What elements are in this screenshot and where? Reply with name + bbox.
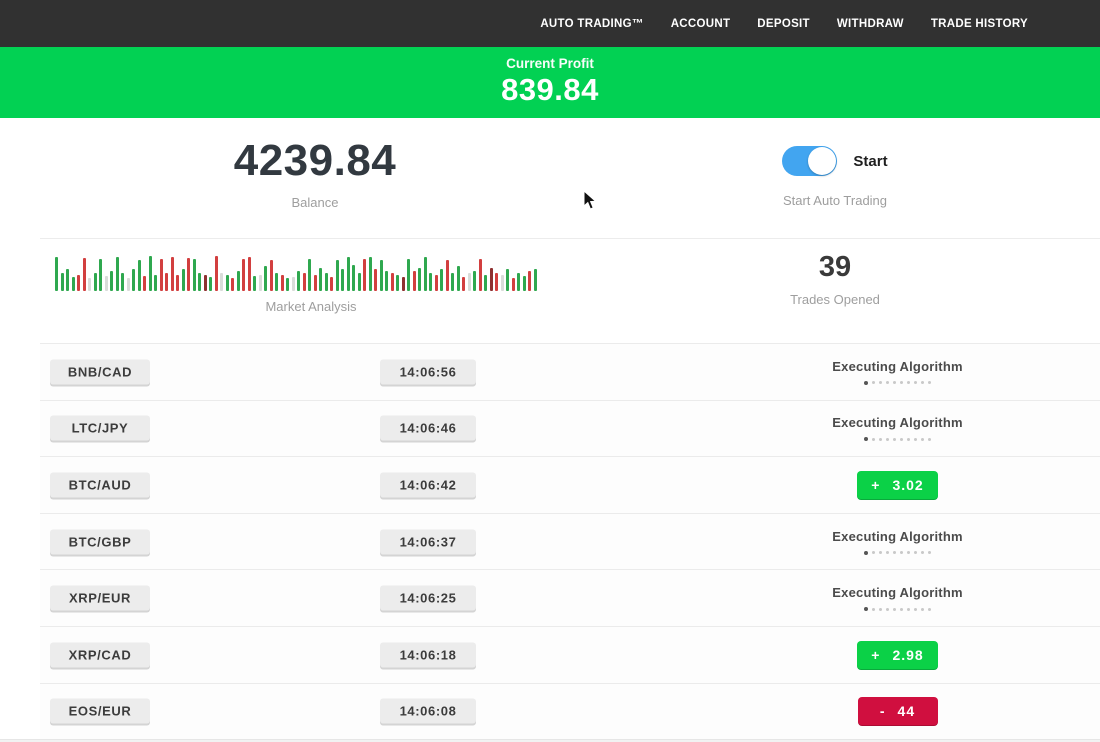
trade-row: XRP/EUR 14:06:25 Executing Algorithm: [40, 569, 1100, 626]
progress-dots: [864, 381, 931, 385]
auto-trading-toggle[interactable]: [782, 146, 837, 176]
profit-badge: +2.98: [857, 641, 937, 669]
toggle-knob: [808, 147, 836, 175]
pair-badge: LTC/JPY: [50, 416, 150, 441]
toggle-start-label: Start: [853, 153, 887, 170]
trade-row: XRP/CAD 14:06:18 +2.98: [40, 626, 1100, 683]
nav-item-deposit[interactable]: DEPOSIT: [757, 18, 810, 30]
trade-status: Executing Algorithm: [790, 344, 1005, 400]
progress-dots: [864, 607, 931, 611]
time-badge: 14:06:25: [380, 586, 476, 611]
profit-badge: +3.02: [857, 471, 937, 499]
trades-opened-block: 39 Trades Opened: [700, 251, 970, 307]
loss-badge: -44: [858, 697, 938, 725]
balance-label: Balance: [140, 195, 490, 210]
result-sign: +: [871, 477, 880, 493]
pair-badge: XRP/CAD: [50, 642, 150, 667]
current-profit-banner: Current Profit 839.84: [0, 47, 1100, 118]
executing-algorithm-label: Executing Algorithm: [832, 529, 962, 544]
time-badge: 14:06:37: [380, 529, 476, 554]
trade-row: EOS/EUR 14:06:08 -44: [40, 683, 1100, 740]
trade-row: BTC/AUD 14:06:42 +3.02: [40, 456, 1100, 513]
trade-status: +3.02: [790, 457, 1005, 513]
top-nav: AUTO TRADING™ ACCOUNT DEPOSIT WITHDRAW T…: [0, 0, 1100, 47]
market-analysis-block: Market Analysis: [55, 253, 567, 314]
trade-row: LTC/JPY 14:06:46 Executing Algorithm: [40, 400, 1100, 457]
result-value: 44: [898, 703, 916, 719]
time-badge: 14:06:46: [380, 416, 476, 441]
market-analysis-section: Market Analysis 39 Trades Opened: [0, 239, 1100, 343]
market-analysis-label: Market Analysis: [55, 299, 567, 314]
nav-item-withdraw[interactable]: WITHDRAW: [837, 18, 904, 30]
result-value: 2.98: [892, 647, 923, 663]
result-sign: -: [880, 703, 886, 719]
market-analysis-chart: [55, 253, 567, 291]
balance-section: 4239.84 Balance Start Start Auto Trading: [0, 118, 1100, 238]
executing-algorithm-label: Executing Algorithm: [832, 359, 962, 374]
pair-badge: BNB/CAD: [50, 359, 150, 384]
pair-badge: BTC/GBP: [50, 529, 150, 554]
executing-algorithm-label: Executing Algorithm: [832, 415, 962, 430]
time-badge: 14:06:42: [380, 472, 476, 497]
balance-block: 4239.84 Balance: [140, 136, 490, 210]
result-sign: +: [871, 647, 880, 663]
auto-trading-block: Start Start Auto Trading: [700, 146, 970, 208]
pair-badge: BTC/AUD: [50, 472, 150, 497]
start-auto-trading-label: Start Auto Trading: [700, 193, 970, 208]
trade-status: Executing Algorithm: [790, 570, 1005, 626]
pair-badge: XRP/EUR: [50, 586, 150, 611]
nav-item-auto-trading[interactable]: AUTO TRADING™: [540, 18, 643, 30]
progress-dots: [864, 551, 931, 555]
trades-opened-value: 39: [700, 251, 970, 284]
trades-opened-label: Trades Opened: [700, 292, 970, 307]
result-value: 3.02: [892, 477, 923, 493]
trade-status: -44: [790, 684, 1005, 740]
trade-status: Executing Algorithm: [790, 401, 1005, 457]
trade-status: +2.98: [790, 627, 1005, 683]
pair-badge: EOS/EUR: [50, 699, 150, 724]
current-profit-value: 839.84: [0, 72, 1100, 108]
balance-value: 4239.84: [140, 136, 490, 186]
time-badge: 14:06:56: [380, 359, 476, 384]
time-badge: 14:06:08: [380, 699, 476, 724]
progress-dots: [864, 437, 931, 441]
current-profit-label: Current Profit: [0, 56, 1100, 71]
time-badge: 14:06:18: [380, 642, 476, 667]
executing-algorithm-label: Executing Algorithm: [832, 585, 962, 600]
trade-row: BNB/CAD 14:06:56 Executing Algorithm: [40, 343, 1100, 400]
nav-item-trade-history[interactable]: TRADE HISTORY: [931, 18, 1028, 30]
trade-row: BTC/GBP 14:06:37 Executing Algorithm: [40, 513, 1100, 570]
trade-status: Executing Algorithm: [790, 514, 1005, 570]
trades-list: BNB/CAD 14:06:56 Executing Algorithm LTC…: [0, 343, 1100, 739]
nav-item-account[interactable]: ACCOUNT: [671, 18, 731, 30]
